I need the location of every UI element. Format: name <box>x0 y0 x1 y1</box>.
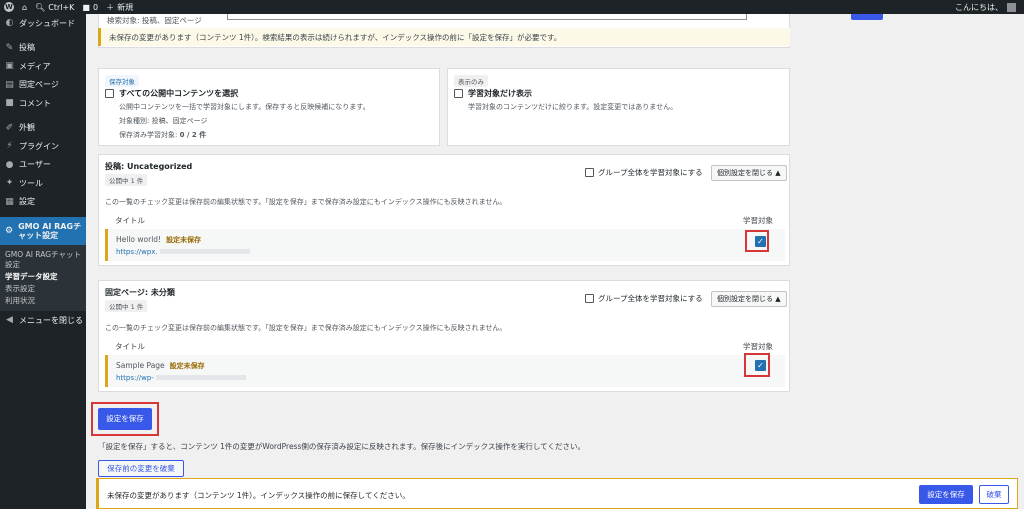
group-title: 投稿: Uncategorized <box>105 162 193 171</box>
collapse-icon: ◀ <box>6 315 13 326</box>
user-icon: ● <box>5 159 14 170</box>
brush-icon: ✐ <box>5 122 14 133</box>
gear-icon: ⚙ <box>5 226 14 236</box>
group-count-badge: 公開中 1 件 <box>105 174 148 186</box>
media-icon: ▣ <box>5 61 14 72</box>
sidebar-item-pin[interactable]: ✎ 投稿 <box>0 39 86 58</box>
sidebar-item-gmo-ai-rag[interactable]: ⚙ GMO AI RAGチャット設定 <box>0 217 86 245</box>
home-icon[interactable]: ⌂ <box>22 3 27 12</box>
unsaved-badge: 設定未保存 <box>169 362 205 370</box>
footer-discard-button[interactable]: 破棄 <box>979 485 1009 504</box>
sidebar-item-comment[interactable]: ■ コメント <box>0 94 86 113</box>
sidebar-item-brush[interactable]: ✐ 外観 <box>0 119 86 138</box>
table-row: Sample Page 設定未保存 https://wp- ✓ <box>105 355 785 387</box>
plugin-icon: ⚡ <box>6 141 13 152</box>
column-title: タイトル <box>115 216 145 225</box>
admin-sidebar: ◐ ダッシュボード ✎ 投稿 ▣ メディア ▤ 固定ページ ■ コメント ✐ 外観 ⚡ プラグイン ● ユーザ… <box>0 14 86 509</box>
group-panel-posts: 投稿: Uncategorized 公開中 1 件 グループ全体を学習対象にする… <box>98 154 790 266</box>
page-icon: ▤ <box>5 79 14 90</box>
submenu: GMO AI RAGチャット設定 学習データ設定 表示設定 利用状況 <box>0 245 86 311</box>
avatar <box>1007 2 1016 12</box>
column-target: 学習対象 <box>743 216 773 225</box>
collapse-individual-button[interactable]: 個別設定を閉じる ▲ <box>711 165 787 181</box>
comment-icon: ■ <box>5 98 14 109</box>
checkbox-icon <box>454 89 463 98</box>
search-icon: 🔍︎ <box>35 2 46 12</box>
discard-unsaved-button[interactable]: 保存前の変更を破棄 <box>98 460 184 477</box>
sidebar-item-settings[interactable]: ▦ 設定 <box>0 193 86 212</box>
unsaved-badge: 設定未保存 <box>166 236 202 244</box>
sidebar-item-media[interactable]: ▣ メディア <box>0 57 86 76</box>
column-target: 学習対象 <box>743 342 773 351</box>
plus-icon: ＋ <box>106 2 115 12</box>
group-count-badge: 公開中 1 件 <box>105 300 148 312</box>
display-only-box: 表示のみ 学習対象だけ表示 学習対象のコンテンツだけに絞ります。設定変更ではあり… <box>447 68 790 146</box>
submenu-item-usage[interactable]: 利用状況 <box>0 295 86 307</box>
highlight-box <box>744 353 770 377</box>
highlight-box <box>91 402 159 436</box>
new-content-link[interactable]: ＋ 新規 <box>106 2 133 13</box>
group-title: 固定ページ: 未分類 <box>105 288 175 297</box>
table-row: Hello world! 設定未保存 https://wpx. ✓ <box>105 229 785 261</box>
footer-save-button[interactable]: 設定を保存 <box>919 485 973 504</box>
wordpress-logo-icon[interactable]: W <box>4 2 14 12</box>
filter-targets-checkbox[interactable]: 学習対象だけ表示 <box>454 88 532 99</box>
submenu-item-chat-settings[interactable]: GMO AI RAGチャット設定 <box>0 249 86 271</box>
row-url-link[interactable]: https://wp- <box>116 374 154 382</box>
group-toggle-checkbox[interactable]: グループ全体を学習対象にする <box>585 167 703 178</box>
submenu-item-display-settings[interactable]: 表示設定 <box>0 283 86 295</box>
wrench-icon: ✦ <box>5 178 14 189</box>
group-toggle-checkbox[interactable]: グループ全体を学習対象にする <box>585 293 703 304</box>
unsaved-notice: 未保存の変更があります（コンテンツ 1件）。検索結果の表示は続けられますが、イン… <box>98 28 790 46</box>
sidebar-item-user[interactable]: ● ユーザー <box>0 156 86 175</box>
submenu-item-training-data[interactable]: 学習データ設定 <box>0 271 86 283</box>
group-panel-pages: 固定ページ: 未分類 公開中 1 件 グループ全体を学習対象にする 個別設定を閉… <box>98 280 790 392</box>
search-shortcut[interactable]: 🔍︎ Ctrl+K <box>35 3 74 12</box>
settings-icon: ▦ <box>5 196 14 207</box>
select-all-checkbox[interactable]: すべての公開中コンテンツを選択 <box>105 88 238 99</box>
display-only-tag: 表示のみ <box>454 75 488 87</box>
save-target-tag: 保存対象 <box>105 75 139 87</box>
checkbox-icon <box>585 168 594 177</box>
highlight-box <box>745 230 769 252</box>
row-url-link[interactable]: https://wpx. <box>116 248 158 256</box>
admin-bar: W ⌂ 🔍︎ Ctrl+K ■ 0 ＋ 新規 こんにちは、 <box>0 0 1024 14</box>
pin-icon: ✎ <box>5 42 14 53</box>
comment-icon: ■ <box>82 2 90 12</box>
dashboard-icon: ◐ <box>5 18 14 29</box>
sidebar-item-dashboard[interactable]: ◐ ダッシュボード <box>0 14 86 33</box>
sidebar-item-page[interactable]: ▤ 固定ページ <box>0 76 86 95</box>
account-menu[interactable]: こんにちは、 <box>955 2 1016 13</box>
checkbox-icon <box>585 294 594 303</box>
column-title: タイトル <box>115 342 145 351</box>
sidebar-item-plugin[interactable]: ⚡ プラグイン <box>0 137 86 156</box>
comments-link[interactable]: ■ 0 <box>82 3 98 12</box>
collapse-individual-button[interactable]: 個別設定を閉じる ▲ <box>711 291 787 307</box>
collapse-menu-button[interactable]: ◀ メニューを閉じる <box>0 311 86 330</box>
checkbox-icon <box>105 89 114 98</box>
sidebar-item-wrench[interactable]: ✦ ツール <box>0 174 86 193</box>
save-target-box: 保存対象 すべての公開中コンテンツを選択 公開中コンテンツを一括で学習対象にしま… <box>98 68 440 146</box>
unsaved-footer-bar: 未保存の変更があります（コンテンツ 1件）。インデックス操作の前に保存してくださ… <box>96 478 1018 509</box>
